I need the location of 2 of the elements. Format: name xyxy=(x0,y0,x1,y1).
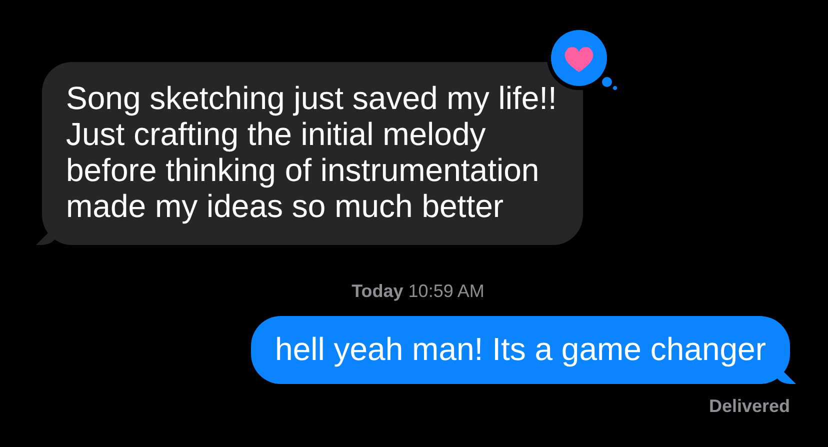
message-timestamp: Today 10:59 AM xyxy=(352,281,484,302)
delivery-status: Delivered xyxy=(708,396,790,417)
